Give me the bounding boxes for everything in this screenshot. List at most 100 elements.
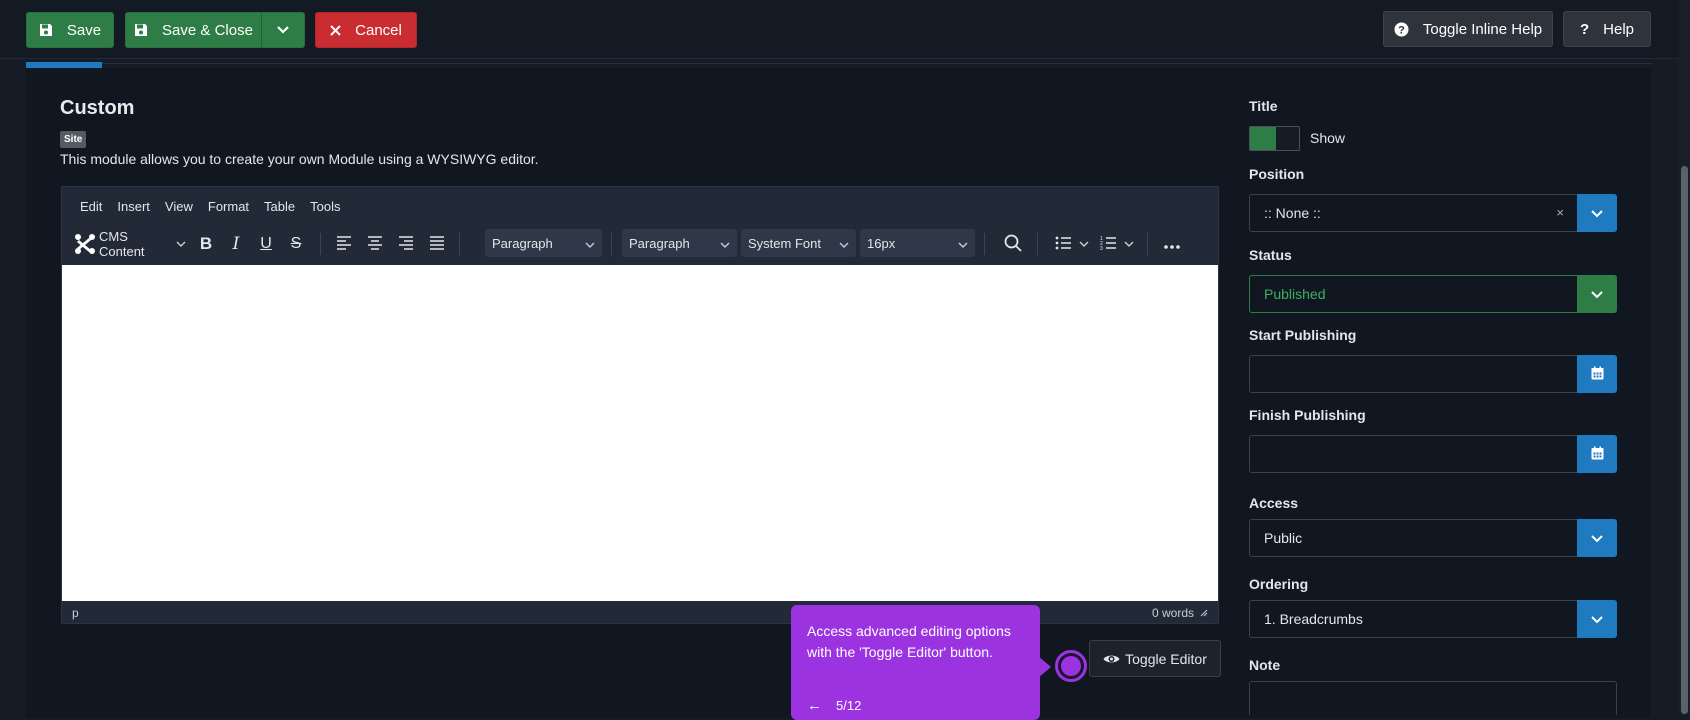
save-close-label: Save & Close bbox=[162, 21, 253, 39]
menu-table[interactable]: Table bbox=[264, 199, 295, 214]
access-select[interactable]: Public bbox=[1249, 519, 1617, 557]
tab-divider bbox=[26, 63, 1651, 64]
ordering-label: Ordering bbox=[1249, 576, 1309, 592]
position-select[interactable]: :: None :: × bbox=[1249, 194, 1617, 232]
save-icon bbox=[134, 23, 148, 37]
wysiwyg-editor: Edit Insert View Format Table Tools CMS … bbox=[61, 186, 1219, 624]
tour-tooltip-nav: ← 5/12 bbox=[807, 697, 861, 714]
tour-tooltip-text: Access advanced editing options with the… bbox=[807, 623, 1011, 660]
eye-icon bbox=[1103, 653, 1120, 665]
status-label: Status bbox=[1249, 247, 1292, 263]
more-horizontal-icon bbox=[1164, 237, 1180, 252]
align-center-icon bbox=[367, 235, 383, 253]
menu-view[interactable]: View bbox=[165, 199, 193, 214]
help-button[interactable]: ? Help bbox=[1563, 11, 1651, 47]
start-publishing-input[interactable] bbox=[1250, 356, 1576, 392]
underline-icon: U bbox=[260, 235, 272, 252]
status-dropdown-button[interactable] bbox=[1577, 275, 1617, 313]
paragraph-format-select[interactable]: Paragraph bbox=[622, 229, 737, 257]
tour-tooltip-pointer bbox=[1038, 656, 1051, 678]
cancel-button[interactable]: Cancel bbox=[315, 12, 417, 48]
start-publishing-calendar-button[interactable] bbox=[1577, 355, 1617, 393]
element-path[interactable]: p bbox=[72, 606, 79, 620]
note-label: Note bbox=[1249, 657, 1281, 673]
help-label: Help bbox=[1603, 20, 1635, 38]
access-dropdown-button[interactable] bbox=[1577, 519, 1617, 557]
chevron-down-icon bbox=[839, 237, 849, 252]
calendar-icon bbox=[1591, 446, 1604, 463]
editor-content-area[interactable] bbox=[62, 265, 1218, 601]
font-size-select[interactable]: 16px bbox=[860, 229, 975, 257]
clear-icon[interactable]: × bbox=[1556, 205, 1564, 220]
arrow-left-icon[interactable]: ← bbox=[807, 697, 822, 714]
title-show-switch[interactable] bbox=[1249, 126, 1300, 151]
chevron-down-icon bbox=[958, 237, 968, 252]
switch-on-indicator bbox=[1250, 127, 1276, 150]
cms-content-label: CMS Content bbox=[99, 229, 145, 259]
ordering-value: 1. Breadcrumbs bbox=[1264, 611, 1363, 627]
align-right-icon bbox=[398, 235, 414, 253]
bullet-list-button[interactable] bbox=[1055, 230, 1095, 258]
joomla-icon bbox=[74, 233, 96, 255]
menu-insert[interactable]: Insert bbox=[117, 199, 150, 214]
more-options-button[interactable] bbox=[1158, 230, 1186, 258]
save-label: Save bbox=[66, 21, 102, 39]
underline-button[interactable]: U bbox=[254, 230, 278, 258]
access-label: Access bbox=[1249, 495, 1299, 511]
align-right-button[interactable] bbox=[394, 230, 418, 258]
toggle-editor-button[interactable]: Toggle Editor bbox=[1089, 640, 1221, 677]
position-dropdown-button[interactable] bbox=[1577, 194, 1617, 232]
svg-text:3: 3 bbox=[1100, 246, 1103, 250]
align-center-button[interactable] bbox=[363, 230, 387, 258]
block-format-select[interactable]: Paragraph bbox=[485, 229, 602, 257]
align-justify-button[interactable] bbox=[425, 230, 449, 258]
align-left-button[interactable] bbox=[332, 230, 356, 258]
tour-beacon[interactable] bbox=[1055, 650, 1087, 682]
start-publishing-label: Start Publishing bbox=[1249, 327, 1357, 343]
menu-format[interactable]: Format bbox=[208, 199, 249, 214]
numbered-list-button[interactable]: 123 bbox=[1100, 230, 1140, 258]
cancel-label: Cancel bbox=[355, 21, 402, 39]
site-badge: Site bbox=[60, 131, 87, 148]
top-toolbar: Save Save & Close Cancel ? Toggle Inline… bbox=[0, 0, 1690, 59]
editor-menubar: Edit Insert View Format Table Tools bbox=[62, 187, 1218, 225]
italic-button[interactable]: I bbox=[224, 230, 248, 258]
resize-handle-icon[interactable] bbox=[1200, 609, 1208, 617]
close-icon bbox=[330, 24, 341, 36]
block-format-value: Paragraph bbox=[492, 235, 553, 251]
finish-publishing-field bbox=[1249, 435, 1617, 473]
position-label: Position bbox=[1249, 166, 1305, 182]
page-scrollbar-thumb[interactable] bbox=[1681, 166, 1688, 714]
module-title: Custom bbox=[60, 97, 135, 119]
italic-icon: I bbox=[232, 234, 240, 254]
chevron-down-icon bbox=[1590, 286, 1604, 302]
title-label: Title bbox=[1249, 98, 1278, 114]
chevron-down-icon bbox=[1590, 530, 1604, 546]
bold-button[interactable]: B bbox=[194, 230, 218, 258]
bullet-list-icon bbox=[1055, 236, 1071, 253]
font-family-select[interactable]: System Font bbox=[741, 229, 856, 257]
ordering-dropdown-button[interactable] bbox=[1577, 600, 1617, 638]
chevron-down-icon bbox=[1590, 611, 1604, 627]
save-options-dropdown-button[interactable] bbox=[261, 12, 305, 48]
status-select[interactable]: Published bbox=[1249, 275, 1617, 313]
save-button[interactable]: Save bbox=[26, 12, 114, 48]
strikethrough-icon: S bbox=[290, 235, 302, 252]
word-count[interactable]: 0 words bbox=[1152, 606, 1194, 620]
note-input[interactable] bbox=[1249, 681, 1617, 715]
position-value: :: None :: bbox=[1264, 205, 1321, 221]
finish-publishing-input[interactable] bbox=[1250, 436, 1576, 472]
svg-text:?: ? bbox=[1398, 24, 1405, 36]
start-publishing-field bbox=[1249, 355, 1617, 393]
finish-publishing-calendar-button[interactable] bbox=[1577, 435, 1617, 473]
ordering-select[interactable]: 1. Breadcrumbs bbox=[1249, 600, 1617, 638]
menu-tools[interactable]: Tools bbox=[310, 199, 340, 214]
toggle-inline-help-button[interactable]: ? Toggle Inline Help bbox=[1383, 11, 1553, 47]
find-replace-button[interactable] bbox=[999, 230, 1027, 258]
question-circle-icon: ? bbox=[1394, 22, 1409, 37]
chevron-down-icon bbox=[720, 237, 730, 252]
menu-edit[interactable]: Edit bbox=[80, 199, 102, 214]
save-close-button[interactable]: Save & Close bbox=[125, 12, 261, 48]
strikethrough-button[interactable]: S bbox=[284, 230, 308, 258]
cms-content-button[interactable]: CMS Content bbox=[74, 229, 186, 259]
